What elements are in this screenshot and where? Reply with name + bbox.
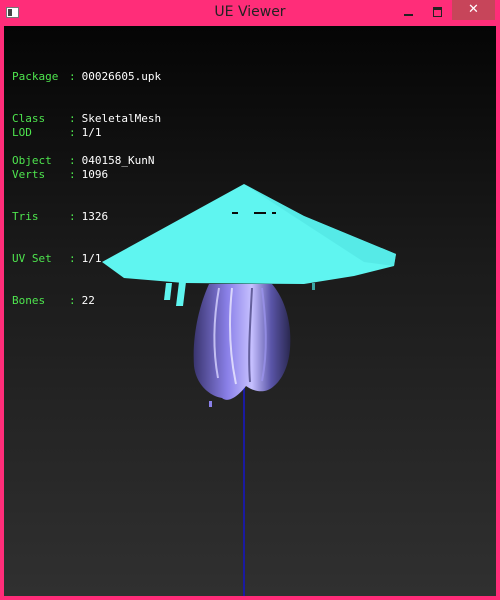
hair-mesh xyxy=(193,284,291,407)
close-icon[interactable]: ✕ xyxy=(452,0,495,20)
3d-viewport[interactable]: Package: 00026605.upk Class: SkeletalMes… xyxy=(4,26,496,596)
mesh-render xyxy=(102,184,396,596)
title-bar[interactable]: UE Viewer ✕ xyxy=(0,0,500,26)
app-window: UE Viewer ✕ Package: 00026605.upk Class:… xyxy=(0,0,500,600)
minimize-icon[interactable] xyxy=(390,2,426,20)
maximize-icon[interactable] xyxy=(424,2,452,20)
